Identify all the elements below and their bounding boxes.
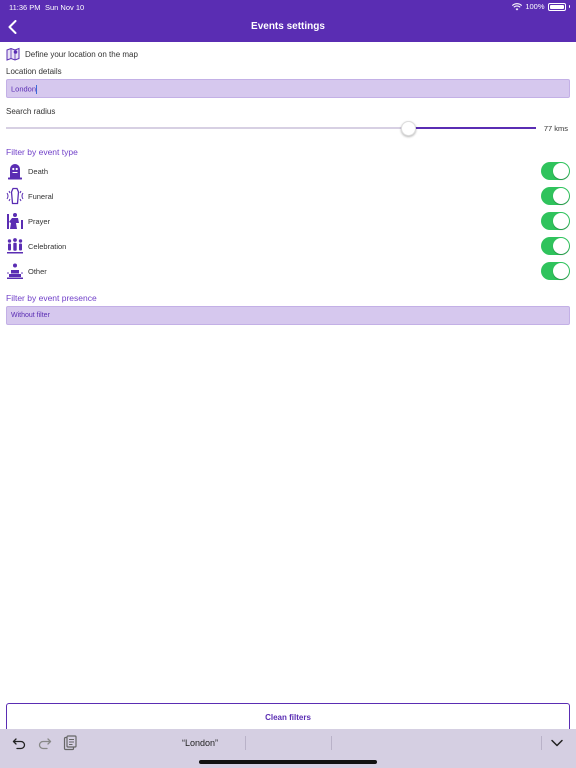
event-type-row-prayer: Prayer: [6, 210, 570, 232]
toggle-knob: [553, 213, 569, 229]
status-right: 100%: [512, 2, 570, 11]
autocomplete-suggestion[interactable]: “London”: [182, 738, 218, 748]
slider-track-minimum: [6, 127, 409, 129]
define-location-label: Define your location on the map: [25, 49, 138, 59]
slider-thumb[interactable]: [401, 121, 416, 136]
people-icon: [7, 238, 23, 254]
event-type-label: Funeral: [28, 192, 54, 201]
map-icon: [6, 47, 20, 61]
suggestion-divider: [245, 736, 246, 750]
battery-percent: 100%: [525, 2, 545, 11]
other-toggle[interactable]: [541, 262, 570, 280]
tombstone-icon: [8, 164, 22, 180]
event-type-row-other: Other: [6, 260, 570, 282]
event-presence-value: Without filter: [11, 312, 50, 319]
undo-icon[interactable]: [12, 736, 26, 750]
search-radius-slider[interactable]: [6, 120, 536, 136]
define-location-map-link[interactable]: Define your location on the map: [6, 47, 138, 61]
home-indicator: [199, 760, 377, 764]
coffin-icon: [6, 187, 24, 205]
slider-track-maximum: [409, 127, 536, 129]
cake-icon: [7, 263, 23, 279]
toggle-knob: [553, 188, 569, 204]
celebration-toggle[interactable]: [541, 237, 570, 255]
navigation-bar: 11:36 PM Sun Nov 10 100% Events settings: [0, 0, 576, 42]
suggestion-divider: [331, 736, 332, 750]
status-time: 11:36 PM: [9, 3, 41, 12]
paste-icon[interactable]: [63, 735, 77, 751]
funeral-toggle[interactable]: [541, 187, 570, 205]
wifi-icon: [512, 2, 523, 10]
toggle-knob: [553, 263, 569, 279]
chevron-down-icon[interactable]: [550, 736, 564, 750]
event-type-row-death: Death: [6, 160, 570, 182]
status-bar: 11:36 PM Sun Nov 10 100%: [0, 0, 576, 14]
death-toggle[interactable]: [541, 162, 570, 180]
event-presence-section-title: Filter by event presence: [6, 293, 97, 303]
praying-icon: [7, 213, 23, 229]
status-date: Sun Nov 10: [45, 3, 85, 12]
event-type-label: Other: [28, 267, 47, 276]
clean-filters-button[interactable]: Clean filters: [6, 703, 570, 731]
event-type-label: Celebration: [28, 242, 67, 251]
event-type-section-title: Filter by event type: [6, 147, 78, 157]
page-title: Events settings: [251, 21, 325, 32]
suggestion-divider: [541, 736, 542, 750]
battery-tip: [568, 5, 570, 8]
toggle-knob: [553, 238, 569, 254]
battery-icon: [547, 2, 566, 11]
location-input-value: London: [11, 84, 37, 94]
search-radius-value: 77 kms: [543, 124, 568, 133]
redo-icon[interactable]: [38, 736, 52, 750]
text-caret: [36, 85, 38, 94]
location-input[interactable]: London: [6, 79, 570, 98]
prayer-toggle[interactable]: [541, 212, 570, 230]
event-type-label: Prayer: [28, 217, 51, 226]
toggle-knob: [553, 163, 569, 179]
event-type-row-celebration: Celebration: [6, 235, 570, 257]
event-presence-select[interactable]: Without filter: [6, 306, 570, 325]
event-type-label: Death: [28, 167, 49, 176]
search-radius-label: Search radius: [6, 107, 56, 116]
location-details-label: Location details: [6, 67, 62, 76]
event-type-row-funeral: Funeral: [6, 185, 570, 207]
